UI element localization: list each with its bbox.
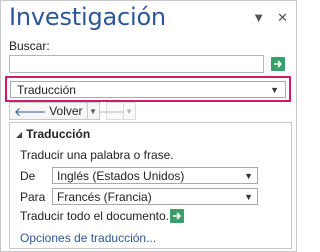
to-label: Para (20, 190, 46, 204)
close-icon[interactable]: ✕ (277, 11, 288, 24)
pane-controls: ▼ ✕ (252, 11, 288, 24)
from-language-dropdown[interactable]: Inglés (Estados Unidos) ▼ (52, 167, 258, 184)
chevron-down-icon: ▼ (270, 84, 279, 95)
back-button[interactable]: 🡐 Volver (9, 102, 88, 120)
section-title: Traducción (26, 127, 91, 141)
chevron-down-icon: ▼ (89, 106, 97, 116)
back-button-label: Volver (49, 104, 83, 118)
chevron-down-icon: ▼ (244, 170, 253, 181)
chevron-down-icon: ▼ (125, 106, 133, 116)
from-language-value: Inglés (Estados Unidos) (57, 168, 185, 183)
translate-document-button[interactable] (170, 209, 184, 223)
search-go-button[interactable] (271, 57, 285, 71)
chevron-down-icon: ▼ (244, 191, 253, 202)
results-panel: ◢ Traducción Traducir una palabra o fras… (9, 122, 292, 249)
search-input[interactable] (9, 55, 264, 73)
collapse-triangle-icon: ◢ (16, 129, 23, 139)
navigation-toolbar: 🡐 Volver ▼ 🡒 ▼ (9, 102, 136, 120)
pane-title: Investigación (9, 3, 166, 31)
search-label: Buscar: (9, 39, 50, 53)
from-label: De (20, 169, 36, 183)
forward-history-dropdown[interactable]: ▼ (123, 102, 136, 120)
research-service-dropdown[interactable]: Traducción ▼ (10, 81, 286, 98)
translate-document-label: Traducir todo el documento. (20, 209, 169, 223)
arrow-right-icon (274, 60, 283, 68)
translation-options-link[interactable]: Opciones de traducción... (20, 231, 156, 245)
arrow-right-icon (173, 212, 182, 220)
translation-instruction: Traducir una palabra o frase. (20, 148, 174, 162)
to-language-dropdown[interactable]: Francés (Francia) ▼ (52, 188, 258, 205)
research-pane: Investigación ▼ ✕ Buscar: Traducción ▼ 🡐… (0, 0, 297, 252)
translation-section-header[interactable]: ◢ Traducción (16, 127, 90, 141)
research-service-value: Traducción (17, 82, 76, 97)
forward-button[interactable]: 🡒 (98, 102, 131, 120)
to-language-value: Francés (Francia) (57, 189, 152, 204)
pane-menu-icon[interactable]: ▼ (252, 11, 265, 24)
back-arrow-icon: 🡐 (14, 104, 47, 119)
